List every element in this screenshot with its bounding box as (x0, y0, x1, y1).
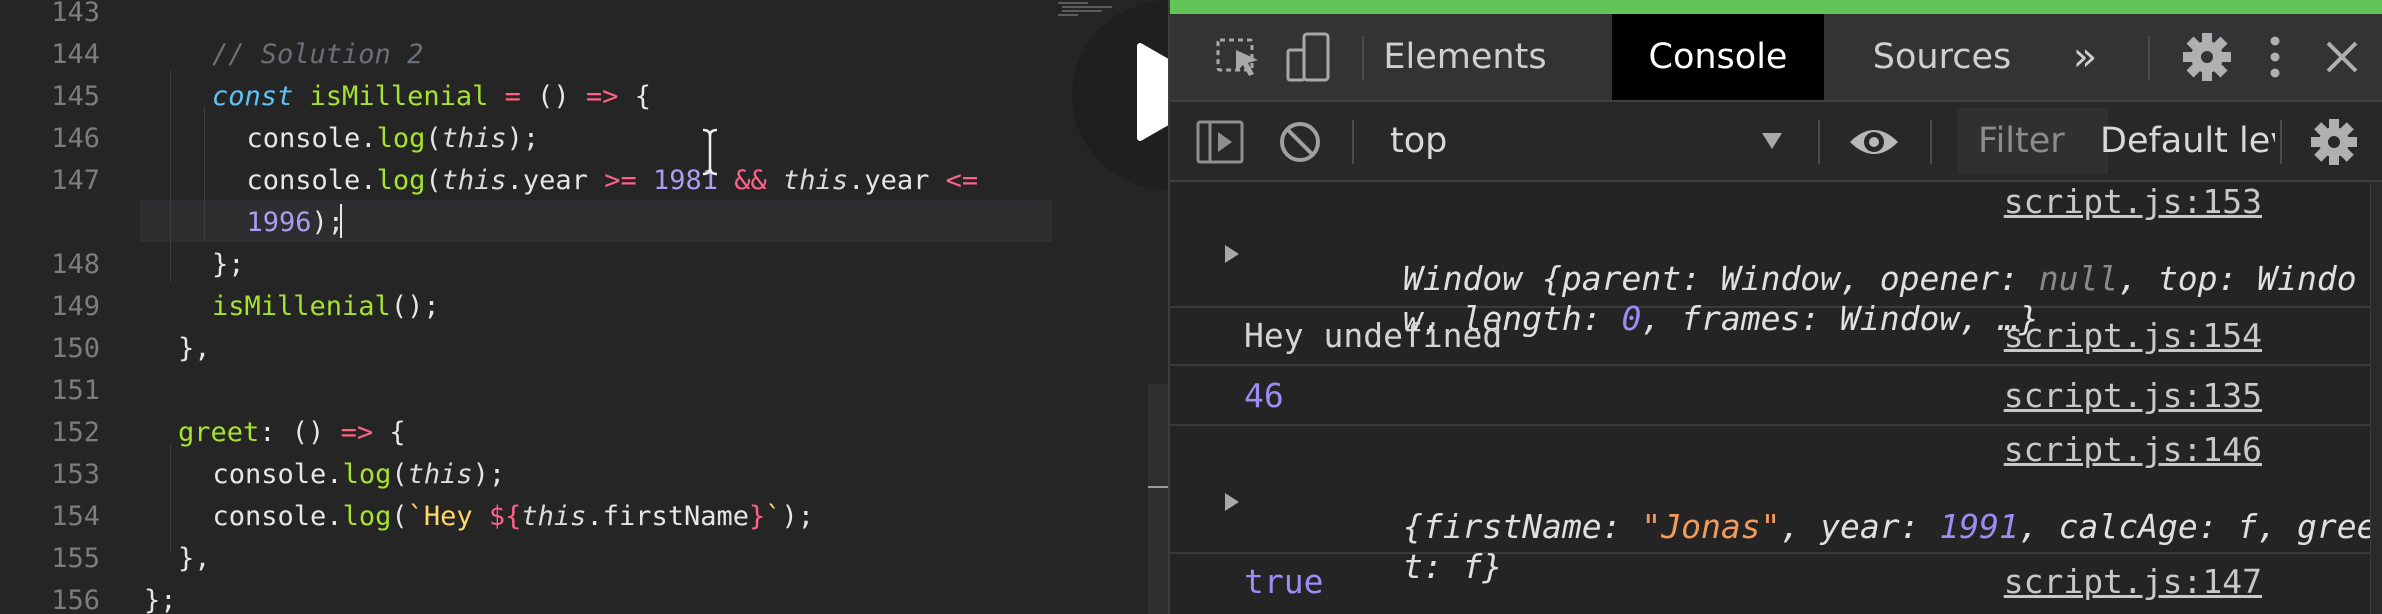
chevron-down-icon[interactable] (1760, 131, 1784, 151)
console-toolbar: top Filter Default levels (1170, 102, 2382, 182)
console-output: script.js:153 Window {parent: Window, op… (1170, 182, 2382, 614)
eye-icon[interactable] (1846, 116, 1902, 168)
editor-scrollbar[interactable] (1148, 384, 1168, 614)
minimap[interactable] (1058, 0, 1118, 20)
console-scrollbar[interactable] (2370, 182, 2382, 614)
devtools-tab-bar: Elements Console Sources » (1170, 14, 2382, 102)
filter-input[interactable]: Filter (1958, 108, 2108, 174)
object-preview-line-1: {firstName: "Jonas", year: 1991, calcAge… (1402, 507, 2377, 546)
tab-divider (1362, 36, 1364, 80)
close-icon[interactable] (2320, 14, 2364, 100)
line-number: 154 (51, 501, 100, 532)
tab-console[interactable]: Console (1612, 14, 1824, 100)
code-line[interactable]: console.log(`Hey ${this.firstName}`); (180, 496, 815, 538)
console-text: Hey undefined (1244, 316, 1503, 355)
console-message: 46 script.js:135 (1170, 366, 2370, 426)
console-settings-gear-icon[interactable] (2306, 116, 2362, 168)
inspect-icon[interactable] (1212, 14, 1268, 100)
line-number (0, 202, 100, 244)
indent-guide (170, 70, 171, 282)
code-line[interactable]: // Solution 2 (212, 34, 423, 76)
line-number: 156 (51, 585, 100, 614)
console-number: 46 (1244, 376, 1284, 415)
line-number: 153 (51, 459, 100, 490)
expand-triangle-icon[interactable] (1224, 492, 1240, 512)
console-message: script.js:153 Window {parent: Window, op… (1170, 182, 2370, 338)
toolbar-divider (1930, 120, 1932, 164)
line-number: 143 (51, 0, 100, 28)
context-selector[interactable]: top (1390, 102, 1447, 180)
code-line[interactable]: }; (144, 580, 177, 614)
line-number: 155 (51, 543, 100, 574)
code-editor[interactable]: 143 144 145 146 147 148 149 150 151 152 153 154 155 1… (0, 0, 1168, 614)
text-cursor-icon (702, 128, 718, 176)
line-number: 150 (51, 333, 100, 364)
expand-triangle-icon[interactable] (1224, 244, 1240, 264)
console-message: true script.js:147 (1170, 554, 2370, 614)
line-number: 144 (51, 39, 100, 70)
toolbar-divider (2280, 120, 2282, 164)
device-toggle-icon[interactable] (1282, 14, 1334, 100)
code-line[interactable]: 1996); (214, 202, 345, 244)
code-line[interactable]: console.log(this); (180, 454, 506, 496)
console-message: Hey undefined script.js:154 (1170, 308, 2370, 366)
line-number-gutter: 143 144 145 146 147 148 149 150 151 152 153 154 155 1… (0, 0, 140, 614)
text-caret (340, 204, 342, 238)
code-line[interactable]: console.log(this); (214, 118, 540, 160)
log-levels-dropdown[interactable]: Default levels (2090, 102, 2275, 180)
editor-scroll-marker (1148, 486, 1168, 488)
code-line[interactable]: isMillenial(); (212, 286, 440, 328)
tab-sources[interactable]: Sources (1842, 14, 2042, 100)
indent-guide (204, 106, 205, 240)
toolbar-divider (1352, 120, 1354, 164)
clear-console-icon[interactable] (1274, 116, 1326, 168)
console-message: script.js:146 {firstName: "Jonas", year:… (1170, 426, 2377, 586)
devtools-accent-bar (1170, 0, 2382, 14)
tab-divider (2148, 36, 2150, 80)
sidebar-toggle-icon[interactable] (1194, 116, 1246, 168)
code-line[interactable]: const isMillenial = () => { (212, 76, 651, 118)
source-link[interactable]: script.js:147 (2004, 562, 2262, 601)
more-tabs-button[interactable]: » (2060, 14, 2110, 100)
source-link[interactable]: script.js:135 (2004, 376, 2262, 415)
line-number: 148 (51, 249, 100, 280)
console-boolean: true (1244, 562, 1324, 601)
source-link[interactable]: script.js:153 (2004, 182, 2262, 221)
code-line[interactable]: }; (212, 244, 245, 286)
code-line[interactable]: console.log(this.year >= 1981 && this.ye… (214, 160, 979, 202)
line-number: 145 (51, 81, 100, 112)
code-line[interactable]: greet: () => { (178, 412, 406, 454)
devtools-panel: Elements Console Sources » top Filter De… (1168, 0, 2382, 614)
source-link[interactable]: script.js:154 (2004, 316, 2262, 355)
code-line[interactable]: }, (178, 328, 211, 370)
indent-guide (170, 444, 171, 552)
kebab-menu-icon[interactable] (2260, 14, 2290, 100)
line-number: 147 (51, 165, 100, 196)
code-line[interactable]: }, (178, 538, 211, 580)
source-link[interactable]: script.js:146 (2004, 430, 2262, 469)
tab-elements[interactable]: Elements (1380, 14, 1550, 100)
line-number: 149 (51, 291, 100, 322)
line-number: 152 (51, 417, 100, 448)
line-number: 146 (51, 123, 100, 154)
gear-icon[interactable] (2180, 14, 2234, 100)
line-number: 151 (51, 375, 100, 406)
toolbar-divider (1818, 120, 1820, 164)
